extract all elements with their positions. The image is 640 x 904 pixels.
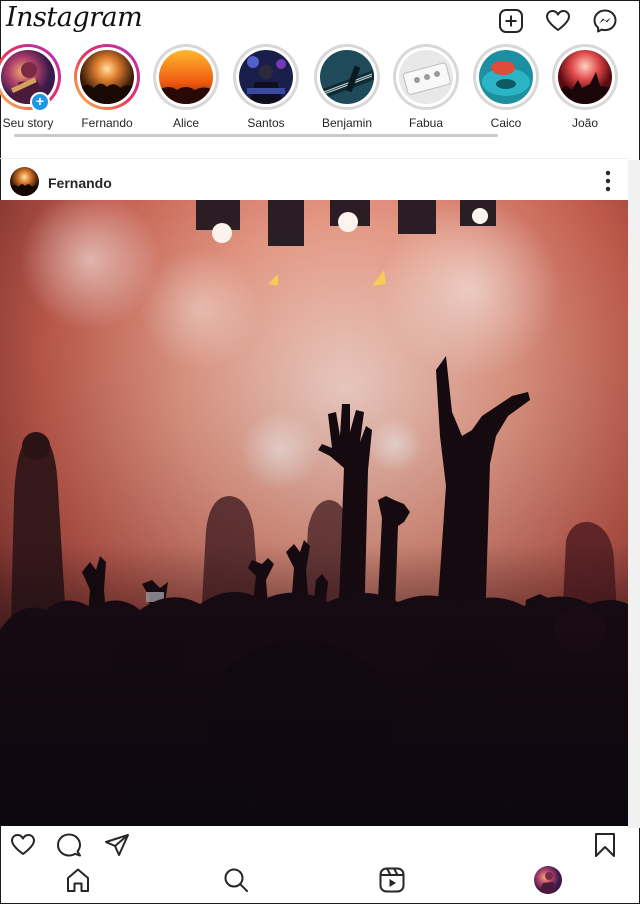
story-ring: [552, 44, 618, 110]
story-avatar: [80, 50, 134, 104]
story-ring: [473, 44, 539, 110]
stories-tray: + Seu story Fernando Alice Santos Benjam…: [0, 42, 640, 134]
story-joao[interactable]: João: [549, 44, 621, 134]
story-name: Fabua: [408, 116, 444, 130]
story-alice[interactable]: Alice: [150, 44, 222, 134]
story-name: Alice: [172, 116, 199, 130]
story-seu-story[interactable]: + Seu story: [0, 44, 64, 134]
story-ring: [314, 44, 380, 110]
post-actions: [0, 826, 640, 862]
story-name: Caico: [490, 116, 522, 130]
story-caico[interactable]: Caico: [470, 44, 542, 134]
story-avatar: [479, 50, 533, 104]
post-author-name[interactable]: Fernando: [48, 175, 112, 191]
story-fernando[interactable]: Fernando: [71, 44, 143, 134]
add-story-icon[interactable]: +: [30, 92, 50, 112]
story-name: João: [571, 116, 599, 130]
story-fabua[interactable]: Fabua: [390, 44, 462, 134]
reels-icon[interactable]: [378, 866, 406, 894]
story-name: Seu story: [2, 116, 54, 130]
profile-avatar[interactable]: [534, 866, 562, 894]
bottom-navigation: [0, 862, 640, 904]
story-name: Fernando: [81, 116, 133, 130]
story-benjamin[interactable]: Benjamin: [311, 44, 383, 134]
story-avatar: [399, 50, 453, 104]
comment-icon[interactable]: [56, 832, 82, 858]
instagram-logo[interactable]: Instagram: [6, 2, 143, 33]
home-icon[interactable]: [64, 866, 92, 894]
story-avatar: [558, 50, 612, 104]
story-ring: [153, 44, 219, 110]
story-avatar: [239, 50, 293, 104]
story-ring: [233, 44, 299, 110]
story-name: Santos: [247, 116, 285, 130]
heart-icon[interactable]: [545, 8, 571, 34]
share-icon[interactable]: [104, 832, 130, 858]
like-icon[interactable]: [10, 832, 36, 858]
search-icon[interactable]: [222, 866, 250, 894]
save-icon[interactable]: [592, 832, 618, 858]
top-bar: Instagram: [0, 0, 640, 42]
post-header: Fernando: [0, 158, 628, 200]
post-photo[interactable]: [0, 200, 628, 826]
story-avatar: [320, 50, 374, 104]
story-ring: [74, 44, 140, 110]
story-ring: [393, 44, 459, 110]
more-options-icon[interactable]: [600, 169, 616, 193]
story-avatar: [159, 50, 213, 104]
new-post-icon[interactable]: [498, 8, 524, 34]
post-author-avatar[interactable]: [10, 167, 39, 196]
messenger-icon[interactable]: [592, 8, 618, 34]
page-scroll-track[interactable]: [628, 160, 640, 828]
story-santos[interactable]: Santos: [230, 44, 302, 134]
story-name: Benjamin: [321, 116, 373, 130]
stories-scrollbar[interactable]: [14, 134, 498, 137]
